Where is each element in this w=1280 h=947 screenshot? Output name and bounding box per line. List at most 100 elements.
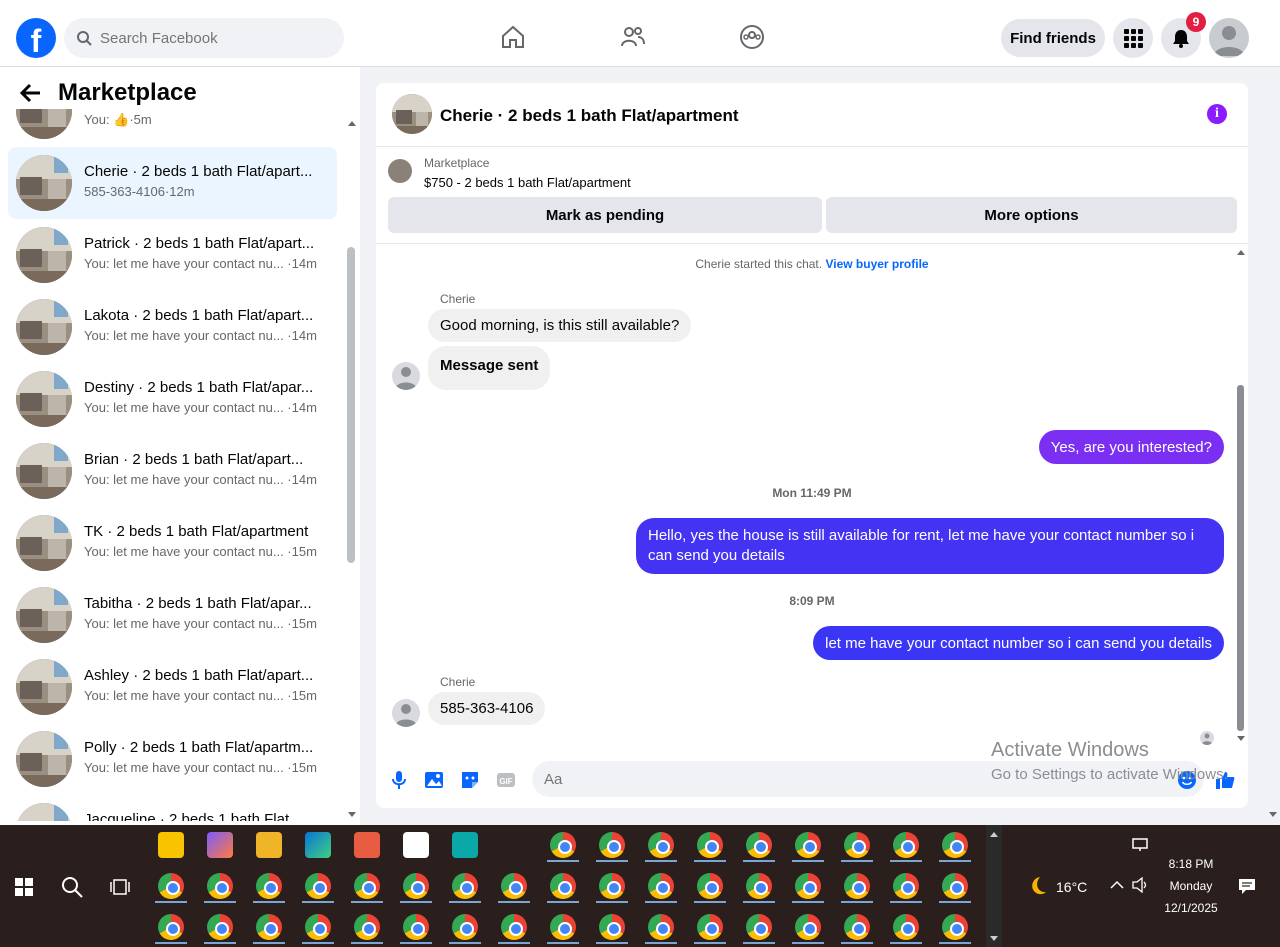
view-buyer-profile-link[interactable]: View buyer profile <box>825 257 928 271</box>
chrome-icon[interactable] <box>746 873 772 899</box>
clock-day[interactable]: Monday <box>1160 879 1222 893</box>
copilot-icon[interactable] <box>207 832 233 858</box>
outgoing-message[interactable]: let me have your contact number so i can… <box>813 626 1224 660</box>
conversation-item[interactable]: Patrick · 2 beds 1 bath Flat/apart... You… <box>8 219 337 291</box>
facebook-logo[interactable]: f <box>16 18 56 58</box>
page-scroll-down-icon[interactable] <box>1268 811 1278 819</box>
chrome-icon[interactable] <box>942 873 968 899</box>
chrome-icon[interactable] <box>305 873 331 899</box>
profile-avatar[interactable] <box>1209 18 1249 58</box>
chrome-icon[interactable] <box>599 832 625 858</box>
taskbar-scroll-down-icon[interactable] <box>989 935 999 943</box>
chrome-icon[interactable] <box>697 873 723 899</box>
windows-start-icon[interactable] <box>15 878 33 896</box>
chrome-icon[interactable] <box>158 873 184 899</box>
chrome-icon[interactable] <box>746 914 772 940</box>
back-arrow-icon[interactable] <box>20 83 42 103</box>
conversation-item[interactable]: TK · 2 beds 1 bath Flat/apartment You: le… <box>8 507 337 579</box>
like-thumb-icon[interactable] <box>1214 769 1236 791</box>
conversation-item[interactable]: Lakota · 2 beds 1 bath Flat/apart... You:… <box>8 291 337 363</box>
chrome-icon[interactable] <box>648 914 674 940</box>
chrome-icon[interactable] <box>697 832 723 858</box>
page-scrollbar[interactable] <box>1266 67 1280 825</box>
chrome-icon[interactable] <box>893 914 919 940</box>
chrome-icon[interactable] <box>501 873 527 899</box>
conversation-item[interactable]: Destiny · 2 beds 1 bath Flat/apar... You:… <box>8 363 337 435</box>
task-view-icon[interactable] <box>110 877 130 897</box>
chrome-icon[interactable] <box>256 873 282 899</box>
chat-scrollbar[interactable] <box>1237 385 1244 731</box>
menu-button[interactable] <box>1113 18 1153 58</box>
home-icon[interactable] <box>500 24 526 50</box>
conversation-item[interactable]: Cherie · 2 beds 1 bath Flat/apart... 585-… <box>8 147 337 219</box>
chat-scroll-up-icon[interactable] <box>1236 248 1246 256</box>
outgoing-message[interactable]: Hello, yes the house is still available … <box>636 518 1224 574</box>
notepad-icon[interactable] <box>403 832 429 858</box>
taskbar-scrollbar[interactable] <box>986 825 1002 947</box>
photo-icon[interactable] <box>423 769 445 791</box>
chrome-icon[interactable] <box>844 914 870 940</box>
clock-time[interactable]: 8:18 PM <box>1160 857 1222 871</box>
network-icon[interactable] <box>1132 838 1150 852</box>
chrome-icon[interactable] <box>648 873 674 899</box>
incoming-message[interactable]: Good morning, is this still available? <box>428 309 692 342</box>
groups-icon[interactable] <box>739 24 765 50</box>
chrome-icon[interactable] <box>746 832 772 858</box>
chrome-icon[interactable] <box>501 914 527 940</box>
incoming-message[interactable]: Message sent <box>428 346 551 390</box>
paint-icon[interactable] <box>354 832 380 858</box>
chrome-icon[interactable] <box>452 914 478 940</box>
notification-center-icon[interactable] <box>1238 877 1256 895</box>
chat-scroll-down-icon[interactable] <box>1236 735 1246 743</box>
chrome-icon[interactable] <box>403 873 429 899</box>
chrome-icon[interactable] <box>795 873 821 899</box>
search-box[interactable] <box>64 18 344 58</box>
listing-price[interactable]: $750 - 2 beds 1 bath Flat/apartment <box>424 175 631 190</box>
info-icon[interactable]: i <box>1207 104 1227 124</box>
chrome-icon[interactable] <box>844 832 870 858</box>
taskbar-scroll-up-icon[interactable] <box>989 830 999 838</box>
file-explorer-icon[interactable] <box>256 832 282 858</box>
find-friends-button[interactable]: Find friends <box>1001 19 1105 57</box>
chrome-icon[interactable] <box>305 914 331 940</box>
chrome-icon[interactable] <box>942 914 968 940</box>
gif-icon[interactable]: GIF <box>495 769 517 791</box>
scroll-down-icon[interactable] <box>347 811 357 819</box>
conversation-item[interactable]: Ashley · 2 beds 1 bath Flat/apart... You:… <box>8 651 337 723</box>
outgoing-message[interactable]: Yes, are you interested? <box>1038 430 1224 464</box>
volume-icon[interactable] <box>1132 877 1150 893</box>
chrome-icon[interactable] <box>354 914 380 940</box>
friends-icon[interactable] <box>620 24 646 50</box>
chrome-icon[interactable] <box>795 914 821 940</box>
chrome-icon[interactable] <box>403 914 429 940</box>
microphone-icon[interactable] <box>388 769 410 791</box>
chrome-icon[interactable] <box>550 914 576 940</box>
app-icon[interactable] <box>452 832 478 858</box>
incoming-message[interactable]: 585-363-4106 <box>428 692 546 725</box>
chrome-icon[interactable] <box>599 914 625 940</box>
chrome-icon[interactable] <box>158 914 184 940</box>
chrome-icon[interactable] <box>942 832 968 858</box>
conversation-item[interactable]: Brian · 2 beds 1 bath Flat/apart... You: … <box>8 435 337 507</box>
chrome-icon[interactable] <box>550 832 576 858</box>
conversation-item[interactable]: You: 👍·5m <box>8 109 337 147</box>
chrome-icon[interactable] <box>207 914 233 940</box>
chrome-icon[interactable] <box>697 914 723 940</box>
listing-thumbnail[interactable] <box>388 159 412 183</box>
chrome-icon[interactable] <box>893 873 919 899</box>
emoji-icon[interactable] <box>1176 769 1198 791</box>
chrome-icon[interactable] <box>452 873 478 899</box>
sticker-icon[interactable] <box>459 769 481 791</box>
scroll-up-icon[interactable] <box>347 119 357 127</box>
chrome-icon[interactable] <box>844 873 870 899</box>
chrome-icon[interactable] <box>599 873 625 899</box>
more-options-button[interactable]: More options <box>826 197 1237 233</box>
chrome-icon[interactable] <box>893 832 919 858</box>
conversation-item[interactable]: Polly · 2 beds 1 bath Flat/apartm... You:… <box>8 723 337 795</box>
listing-avatar[interactable] <box>392 94 432 134</box>
sticky-notes-icon[interactable] <box>158 832 184 858</box>
clock-date[interactable]: 12/1/2025 <box>1160 901 1222 915</box>
chrome-icon[interactable] <box>648 832 674 858</box>
chrome-icon[interactable] <box>550 873 576 899</box>
chrome-icon[interactable] <box>207 873 233 899</box>
